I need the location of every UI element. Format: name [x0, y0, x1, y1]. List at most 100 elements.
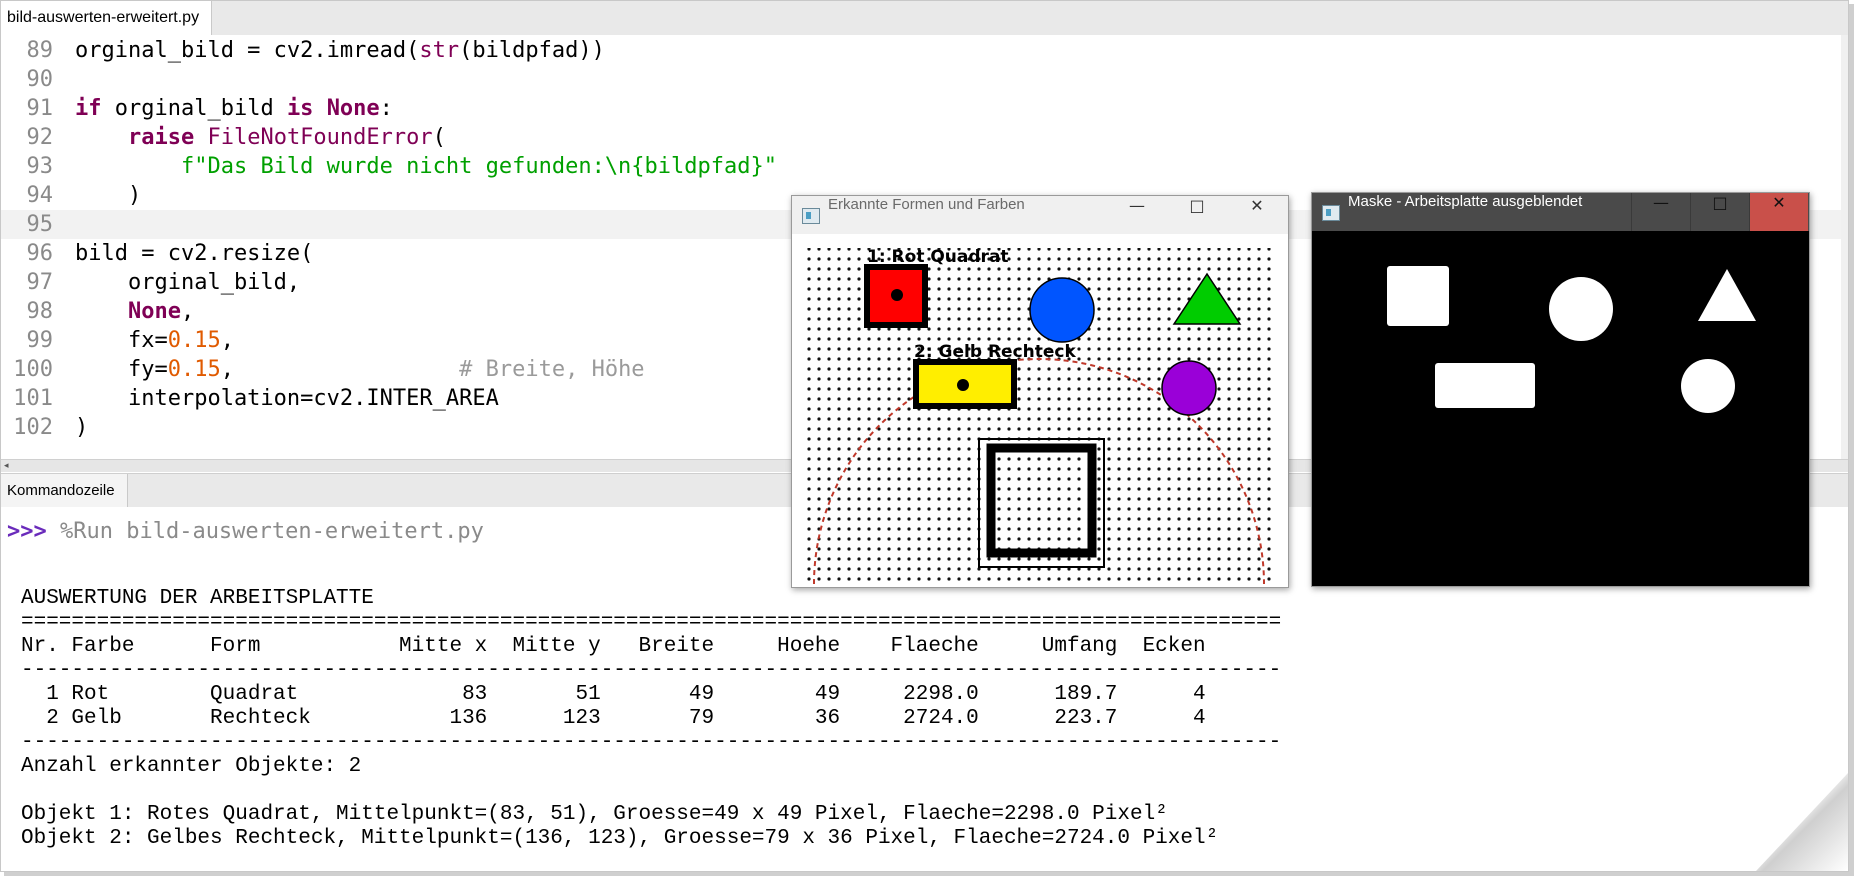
shapes-window-titlebar[interactable]: Erkannte Formen und Farben — □ ✕: [792, 196, 1288, 234]
line-number: 94: [26, 183, 54, 208]
shapes-image: 1: Rot Quadrat 2: Gelb Rechteck: [794, 234, 1286, 588]
shell-output-line: Nr. Farbe Form Mitte x Mitte y Breite Ho…: [21, 635, 1206, 658]
line-number: 92: [26, 125, 54, 150]
window-app-icon: [802, 208, 820, 224]
code-token: str: [419, 38, 460, 63]
line-number: 99: [26, 328, 54, 353]
close-button[interactable]: ✕: [1228, 196, 1286, 234]
red-square-center-dot: [891, 289, 903, 301]
line-number: 97: [26, 270, 54, 295]
line-number: 102: [13, 415, 53, 440]
code-text: fx=0.15,: [75, 326, 234, 355]
mask-circle-small: [1681, 359, 1735, 413]
mask-window-titlebar[interactable]: Maske - Arbeitsplatte ausgeblendet — □ ✕: [1312, 193, 1809, 231]
code-text: None,: [75, 297, 194, 326]
code-text: fy=0.15, # Breite, Höhe: [75, 355, 645, 384]
code-token: None: [127, 299, 181, 324]
code-text: ): [75, 181, 141, 210]
blue-circle: [1029, 277, 1095, 343]
line-number: 91: [26, 96, 54, 121]
shell-output-line: 1 Rot Quadrat 83 51 49 49 2298.0 189.7 4: [21, 683, 1206, 706]
shell-tab[interactable]: Kommandozeile: [1, 474, 128, 508]
mask-circle-large: [1549, 277, 1613, 341]
code-token: ): [75, 415, 89, 440]
code-token: 0.15: [167, 328, 221, 353]
code-text: orginal_bild = cv2.imread(str(bildpfad)): [75, 36, 605, 65]
shell-output-line: ----------------------------------------…: [21, 659, 1282, 682]
run-command: %Run bild-auswerten-erweitert.py: [46, 519, 484, 544]
code-line[interactable]: 91 if orginal_bild is None:: [1, 94, 1841, 123]
shapes-canvas: 1: Rot Quadrat 2: Gelb Rechteck: [794, 234, 1286, 585]
code-text: ): [75, 413, 88, 442]
code-line[interactable]: 89 orginal_bild = cv2.imread(str(bildpfad…: [1, 36, 1841, 65]
mask-canvas: [1314, 231, 1807, 584]
label-rot-quadrat: 1: Rot Quadrat: [867, 247, 1009, 267]
line-number: 98: [26, 299, 54, 324]
code-token: interpolation=cv2.INTER_AREA: [75, 386, 499, 411]
mask-window-title: Maske - Arbeitsplatte ausgeblendet: [1348, 193, 1583, 210]
label-gelb-rechteck: 2: Gelb Rechteck: [914, 342, 1076, 362]
code-token: (: [432, 125, 446, 150]
mask-rectangle: [1435, 363, 1535, 408]
editor-tab[interactable]: bild-auswerten-erweitert.py: [1, 1, 213, 35]
code-text: if orginal_bild is None:: [75, 94, 393, 123]
code-token: ,: [220, 328, 234, 353]
editor-vertical-scrollbar[interactable]: [1841, 35, 1848, 459]
code-token: orginal_bild = cv2.imread(: [75, 38, 420, 63]
code-token: 0.15: [167, 357, 221, 382]
line-number: 95: [26, 212, 54, 237]
line-number: 101: [13, 386, 53, 411]
minimize-button[interactable]: —: [1108, 196, 1166, 234]
code-line[interactable]: 90: [1, 65, 1841, 94]
maximize-button[interactable]: □: [1690, 193, 1749, 231]
code-token: fy=: [75, 357, 168, 382]
shell-output-line: Objekt 1: Rotes Quadrat, Mittelpunkt=(83…: [21, 803, 1168, 826]
code-line[interactable]: 92 raise FileNotFoundError(: [1, 123, 1841, 152]
scroll-left-icon[interactable]: ◂: [4, 461, 9, 471]
code-token: if: [75, 96, 102, 121]
line-number: 100: [13, 357, 53, 382]
close-button[interactable]: ✕: [1749, 193, 1808, 231]
mask-square: [1387, 266, 1449, 326]
code-token: is: [286, 96, 314, 121]
minimize-button[interactable]: —: [1631, 193, 1690, 231]
shapes-window-title: Erkannte Formen und Farben: [828, 196, 1025, 213]
code-token: orginal_bild,: [75, 270, 301, 295]
code-token: ,: [180, 299, 195, 324]
maximize-button[interactable]: □: [1168, 196, 1226, 234]
line-number: 93: [26, 154, 54, 179]
code-token: bild = cv2.resize(: [75, 241, 314, 266]
code-token: ): [75, 183, 142, 208]
code-token: f"Das Bild wurde nicht gefunden:\n{bildp…: [180, 154, 777, 179]
shapes-window: Erkannte Formen und Farben — □ ✕ 1: Rot …: [791, 195, 1289, 588]
code-token: :: [379, 96, 393, 121]
yellow-rect-center-dot: [957, 379, 969, 391]
prompt-symbol: >>>: [7, 519, 47, 544]
code-text: orginal_bild,: [75, 268, 300, 297]
code-text: bild = cv2.resize(: [75, 239, 313, 268]
code-token: fx=: [75, 328, 168, 353]
mask-window: Maske - Arbeitsplatte ausgeblendet — □ ✕: [1311, 192, 1810, 587]
code-token: (bildpfad)): [459, 38, 605, 63]
code-text: raise FileNotFoundError(: [75, 123, 446, 152]
shell-output-line: Objekt 2: Gelbes Rechteck, Mittelpunkt=(…: [21, 827, 1219, 850]
shell-output-line: AUSWERTUNG DER ARBEITSPLATTE: [21, 587, 374, 610]
line-number: 90: [26, 67, 54, 92]
mask-image: [1314, 231, 1807, 588]
code-token: raise: [127, 125, 195, 150]
editor-tabbar: bild-auswerten-erweitert.py: [1, 1, 1848, 36]
code-line[interactable]: 93 f"Das Bild wurde nicht gefunden:\n{bi…: [1, 152, 1841, 181]
purple-circle: [1161, 360, 1217, 416]
line-number: 89: [26, 38, 54, 63]
code-token: orginal_bild: [101, 96, 287, 121]
code-token: None: [326, 96, 380, 121]
shell-output-line: ----------------------------------------…: [21, 731, 1282, 754]
code-token: FileNotFoundError: [207, 125, 433, 150]
shell-output-line: Anzahl erkannter Objekte: 2: [21, 755, 362, 778]
shell-output-line: ========================================…: [21, 611, 1282, 634]
